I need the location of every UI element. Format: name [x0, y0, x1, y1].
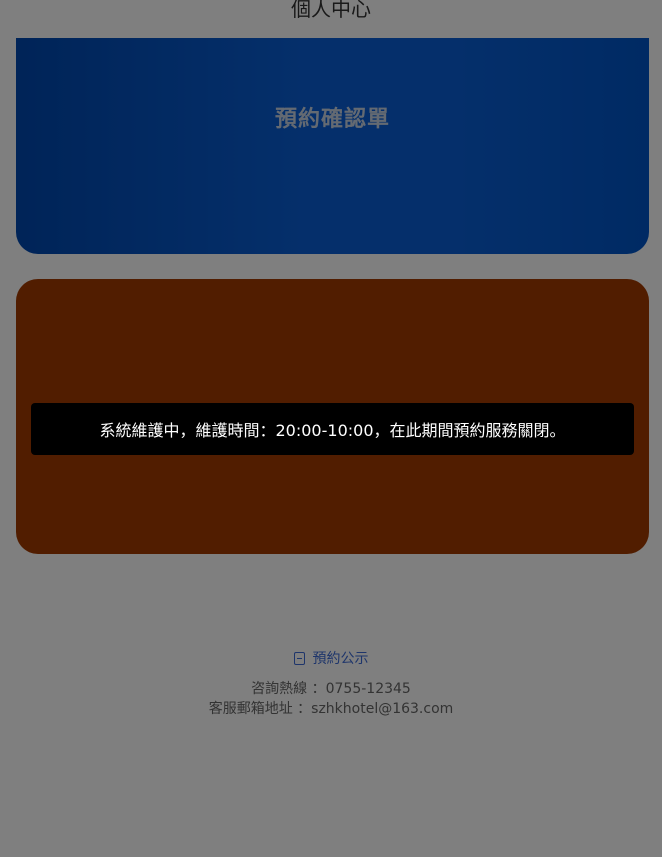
maintenance-toast-message: 系統維護中，維護時間：20:00-10:00，在此期間預約服務關閉。 — [99, 421, 566, 440]
maintenance-toast: 系統維護中，維護時間：20:00-10:00，在此期間預約服務關閉。 — [31, 403, 634, 455]
